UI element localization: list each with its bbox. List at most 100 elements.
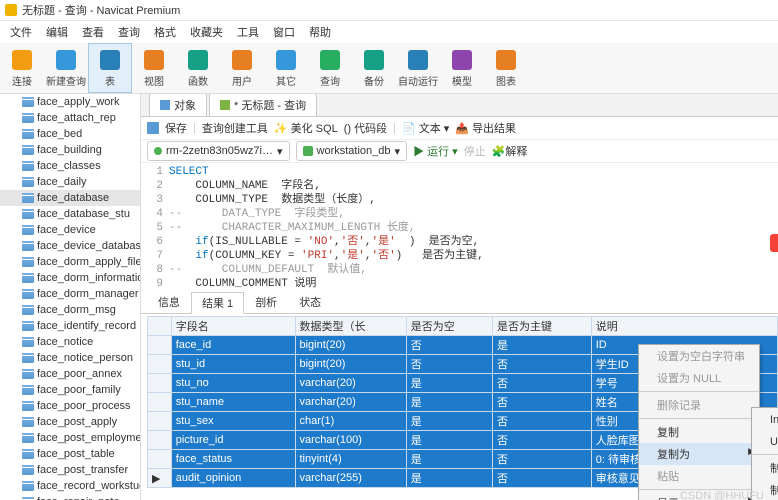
col-3[interactable]: 是否为主键 (493, 317, 592, 336)
menu-fav[interactable]: 收藏夹 (184, 23, 229, 41)
ctx-update-stmt[interactable]: Update 语句 (752, 430, 778, 452)
menu-window[interactable]: 窗口 (267, 23, 301, 41)
table-icon (22, 225, 34, 235)
tab-analyze[interactable]: 剖析 (244, 291, 288, 313)
tab-status[interactable]: 状态 (288, 291, 332, 313)
sidebar-item-face_dorm_apply_file[interactable]: face_dorm_apply_file (0, 254, 140, 270)
tab-query[interactable]: * 无标题 - 查询 (209, 94, 317, 116)
ctx-set-blank[interactable]: 设置为空白字符串 (639, 345, 759, 367)
context-submenu-copyas[interactable]: Insert 语句 Update 语句 制表符分隔值（数据） 制表符分隔值（字段… (751, 407, 778, 500)
sidebar-item-face_device[interactable]: face_device (0, 222, 140, 238)
sidebar-item-face_post_table[interactable]: face_post_table (0, 446, 140, 462)
sql-editor[interactable]: 123456789 SELECT COLUMN_NAME 字段名, COLUMN… (141, 163, 778, 293)
ctx-tab-data[interactable]: 制表符分隔值（数据） (752, 457, 778, 479)
sidebar-item-face_identify_record[interactable]: face_identify_record (0, 318, 140, 334)
toolbar-other[interactable]: 其它 (264, 43, 308, 93)
toolbar-auto[interactable]: 自动运行 (396, 43, 440, 93)
ctx-set-null[interactable]: 设置为 NULL (639, 367, 759, 389)
sidebar-item-face_daily[interactable]: face_daily (0, 174, 140, 190)
toolbar-view[interactable]: 视图 (132, 43, 176, 93)
side-tab-indicator[interactable] (770, 234, 778, 252)
sidebar-item-face_bed[interactable]: face_bed (0, 126, 140, 142)
table-icon (22, 385, 34, 395)
editor-toolrow: 保存 | 查询创建工具 ✨ 美化 SQL () 代码段 | 📄 文本 ▾ 📤 导… (141, 117, 778, 140)
table-icon (22, 257, 34, 267)
menu-format[interactable]: 格式 (148, 23, 182, 41)
menu-file[interactable]: 文件 (4, 23, 38, 41)
menu-edit[interactable]: 编辑 (40, 23, 74, 41)
sidebar-item-face_notice_person[interactable]: face_notice_person (0, 350, 140, 366)
context-menu[interactable]: 设置为空白字符串 设置为 NULL 删除记录 复制 复制为▶ 粘贴 显示▶ (638, 344, 760, 500)
sidebar-item-face_database[interactable]: face_database (0, 190, 140, 206)
menu-tools[interactable]: 工具 (231, 23, 265, 41)
sidebar-item-face_poor_family[interactable]: face_poor_family (0, 382, 140, 398)
table-icon (22, 321, 34, 331)
builder-button[interactable]: 查询创建工具 (202, 120, 268, 136)
sidebar-item-face_apply_work[interactable]: face_apply_work (0, 94, 140, 110)
app-icon (4, 3, 18, 17)
table-icon (22, 417, 34, 427)
text-button[interactable]: 📄 文本 ▾ (402, 120, 449, 136)
connection-row: rm-2zetn83n05wz7i… ▾ workstation_db ▾ ▶ … (141, 140, 778, 163)
sidebar-item-face_dorm_msg[interactable]: face_dorm_msg (0, 302, 140, 318)
col-2[interactable]: 是否为空 (406, 317, 492, 336)
tab-objects[interactable]: 对象 (149, 94, 207, 116)
menu-query[interactable]: 查询 (112, 23, 146, 41)
sidebar-item-face_database_stu[interactable]: face_database_stu (0, 206, 140, 222)
toolbar-backup[interactable]: 备份 (352, 43, 396, 93)
explain-button[interactable]: 🧩解释 (492, 143, 528, 159)
sidebar-item-face_dorm_manager[interactable]: face_dorm_manager (0, 286, 140, 302)
sidebar-item-face_dorm_information[interactable]: face_dorm_information (0, 270, 140, 286)
toolbar-newquery[interactable]: 新建查询 (44, 43, 88, 93)
export-button[interactable]: 📤 导出结果 (455, 120, 516, 136)
sidebar-item-face_attach_rep[interactable]: face_attach_rep (0, 110, 140, 126)
toolbar-user[interactable]: 用户 (220, 43, 264, 93)
plug-icon (11, 49, 33, 71)
toolbar-plug[interactable]: 连接 (0, 43, 44, 93)
toolbar-table[interactable]: 表 (88, 43, 132, 93)
database-selector[interactable]: workstation_db ▾ (296, 141, 408, 161)
toolbar-fx[interactable]: 函数 (176, 43, 220, 93)
ctx-insert-stmt[interactable]: Insert 语句 (752, 408, 778, 430)
sidebar-item-face_classes[interactable]: face_classes (0, 158, 140, 174)
toolbar-query[interactable]: 查询 (308, 43, 352, 93)
sidebar-item-face_poor_annex[interactable]: face_poor_annex (0, 366, 140, 382)
col-1[interactable]: 数据类型（长 (295, 317, 406, 336)
toolbar-chart[interactable]: 图表 (484, 43, 528, 93)
sidebar-tables[interactable]: face_apply_workface_attach_repface_bedfa… (0, 94, 141, 500)
query-icon (319, 49, 341, 71)
sidebar-item-face_device_database[interactable]: face_device_database (0, 238, 140, 254)
sidebar-item-face_post_transfer[interactable]: face_post_transfer (0, 462, 140, 478)
ctx-paste[interactable]: 粘贴 (639, 465, 759, 487)
tab-result1[interactable]: 结果 1 (191, 292, 244, 314)
menu-help[interactable]: 帮助 (303, 23, 337, 41)
connection-selector[interactable]: rm-2zetn83n05wz7i… ▾ (147, 141, 290, 161)
sql-code[interactable]: SELECT COLUMN_NAME 字段名, COLUMN_TYPE 数据类型… (169, 165, 484, 291)
toolbar-model[interactable]: 模型 (440, 43, 484, 93)
sidebar-item-face_repair_note[interactable]: face_repair_note (0, 494, 140, 500)
table-icon (22, 273, 34, 283)
col-0[interactable]: 字段名 (171, 317, 295, 336)
ctx-copy[interactable]: 复制 (639, 421, 759, 443)
tab-info[interactable]: 信息 (147, 291, 191, 313)
col-4[interactable]: 说明 (591, 317, 777, 336)
table-icon (22, 209, 34, 219)
sidebar-item-face_poor_process[interactable]: face_poor_process (0, 398, 140, 414)
table-icon (22, 305, 34, 315)
menu-view[interactable]: 查看 (76, 23, 110, 41)
codeseg-button[interactable]: () 代码段 (344, 120, 387, 136)
beautify-button[interactable]: ✨ 美化 SQL (274, 120, 338, 136)
sidebar-item-face_building[interactable]: face_building (0, 142, 140, 158)
sidebar-item-face_record_workstudy[interactable]: face_record_workstudy (0, 478, 140, 494)
sidebar-item-face_post_apply[interactable]: face_post_apply (0, 414, 140, 430)
chart-icon (495, 49, 517, 71)
save-button[interactable]: 保存 (165, 120, 187, 136)
table-icon (22, 337, 34, 347)
ctx-copy-as[interactable]: 复制为▶ (639, 443, 759, 465)
connection-name: rm-2zetn83n05wz7i… (166, 145, 273, 157)
menubar: 文件 编辑 查看 查询 格式 收藏夹 工具 窗口 帮助 (0, 21, 778, 43)
sidebar-item-face_post_employment[interactable]: face_post_employment (0, 430, 140, 446)
ctx-delete-record[interactable]: 删除记录 (639, 394, 759, 416)
sidebar-item-face_notice[interactable]: face_notice (0, 334, 140, 350)
run-button[interactable]: ▶ 运行 ▾ (413, 143, 458, 159)
